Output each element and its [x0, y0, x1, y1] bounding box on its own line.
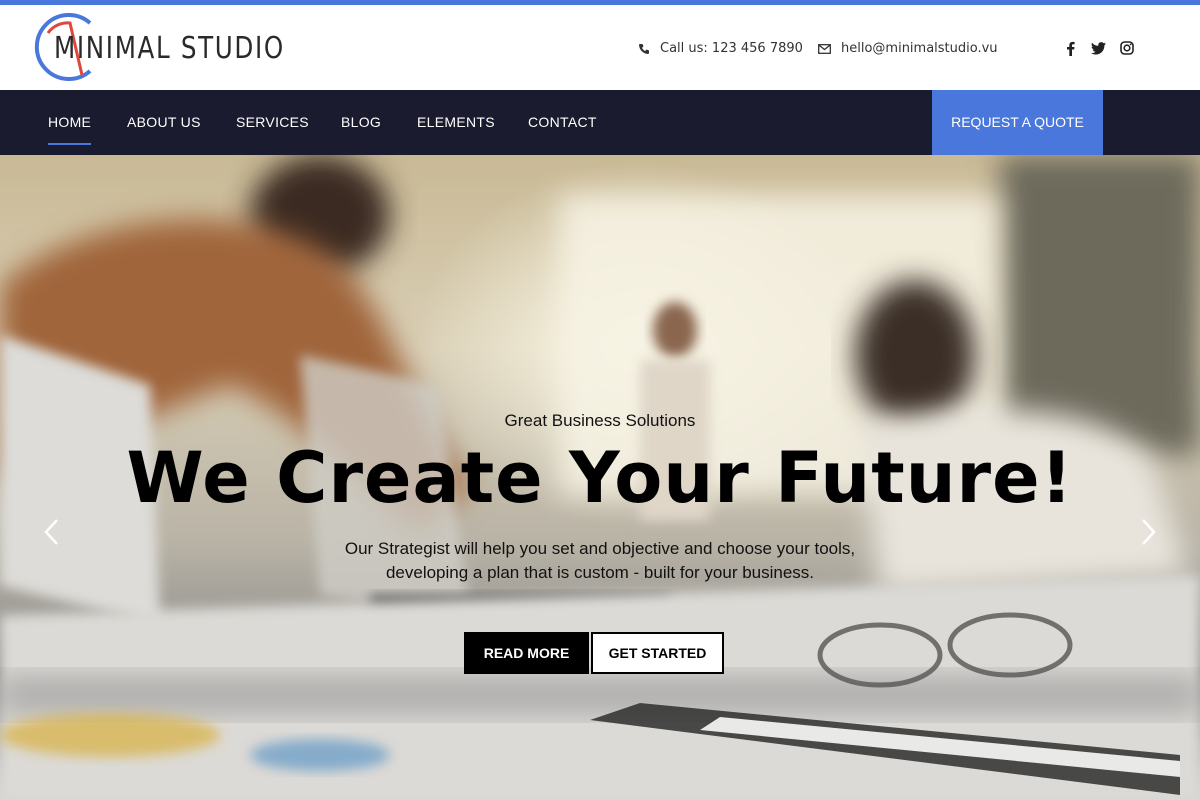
phone-label: Call us: 123 456 7890 [660, 41, 803, 56]
facebook-link[interactable] [1060, 38, 1080, 58]
email-label: hello@minimalstudio.vu [841, 41, 998, 56]
instagram-icon [1120, 41, 1134, 55]
twitter-link[interactable] [1088, 38, 1108, 58]
request-quote-button[interactable]: REQUEST A QUOTE [932, 90, 1103, 155]
email-contact[interactable]: hello@minimalstudio.vu [818, 41, 998, 56]
hero-description: Our Strategist will help you set and obj… [0, 537, 1200, 585]
get-started-button[interactable]: GET STARTED [591, 632, 724, 674]
hero-description-line-2: developing a plan that is custom - built… [385, 563, 815, 582]
hero-slider: Great Business Solutions We Create Your … [0, 155, 1200, 800]
nav-item-home[interactable]: HOME [48, 90, 92, 155]
nav-item-blog[interactable]: BLOG [341, 90, 381, 155]
nav-item-elements[interactable]: ELEMENTS [417, 90, 495, 155]
logo-text: MINIMAL STUDIO [54, 31, 285, 66]
phone-icon [639, 43, 649, 54]
nav-item-contact[interactable]: CONTACT [528, 90, 597, 155]
nav-item-about-us[interactable]: ABOUT US [127, 90, 201, 155]
nav-item-services[interactable]: SERVICES [236, 90, 309, 155]
site-header: MINIMAL STUDIO Call us: 123 456 7890 hel… [0, 5, 1200, 90]
main-navigation: HOME ABOUT US SERVICES BLOG ELEMENTS CON… [0, 90, 1200, 155]
hero-subtitle: Great Business Solutions [504, 411, 696, 430]
phone-contact[interactable]: Call us: 123 456 7890 [638, 41, 803, 56]
facebook-icon [1066, 41, 1075, 56]
hero-description-line-1: Our Strategist will help you set and obj… [344, 539, 856, 558]
logo[interactable]: MINIMAL STUDIO [30, 11, 330, 83]
twitter-icon [1090, 41, 1106, 54]
read-more-button[interactable]: READ MORE [464, 632, 589, 674]
hero-title: We Create Your Future! [126, 437, 1074, 519]
envelope-icon [818, 43, 831, 54]
instagram-link[interactable] [1117, 38, 1137, 58]
